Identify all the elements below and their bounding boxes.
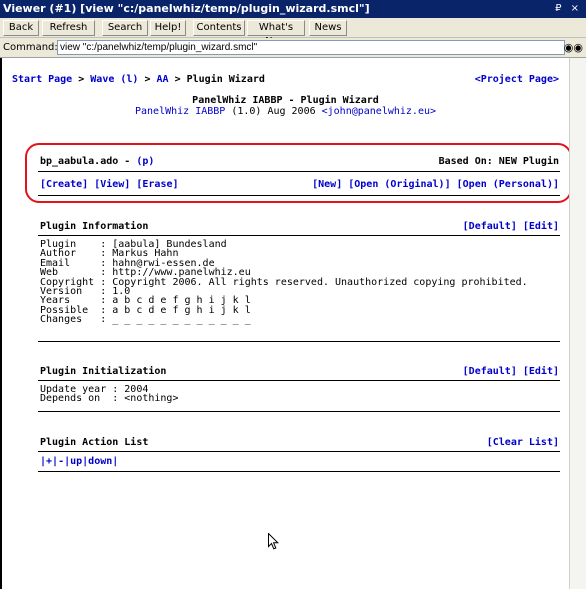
page-title: PanelWhiz IABBP - Plugin Wizard	[192, 95, 379, 106]
init-default-link[interactable]: [Default]	[463, 366, 517, 377]
breadcrumb-aa[interactable]: AA	[157, 74, 169, 85]
page-subtitle: PanelWhiz IABBP (1.0) Aug 2006 <john@pan…	[2, 106, 569, 117]
divider	[38, 235, 560, 236]
divider	[38, 171, 560, 172]
divider	[38, 195, 560, 196]
info-edit-link[interactable]: [Edit]	[523, 221, 559, 232]
highlight-box	[25, 143, 572, 203]
plugin-init-row: Depends on: <nothing>	[40, 393, 179, 405]
clear-list-link[interactable]: [Clear List]	[487, 437, 559, 448]
plugin-initialization-actions: [Default] [Edit]	[463, 366, 559, 377]
whats-new-button[interactable]: What's New	[247, 20, 305, 47]
window-controls[interactable]: ₽ ×	[555, 0, 582, 18]
find-binoculars-icon[interactable]: ◉◉	[564, 41, 583, 54]
breadcrumb-separator: >	[72, 74, 91, 85]
plugin-file-p-link[interactable]: (p)	[136, 156, 154, 167]
based-on-label: Based On: NEW Plugin	[438, 156, 559, 167]
command-bar: Command: view "c:/panelwhiz/temp/plugin_…	[0, 38, 586, 58]
new-link[interactable]: [New]	[312, 179, 342, 190]
breadcrumb-separator: >	[138, 74, 157, 85]
add-action-link[interactable]: |+|	[40, 456, 58, 467]
divider	[38, 341, 560, 342]
contents-button[interactable]: Contents	[193, 20, 245, 36]
command-label: Command:	[3, 42, 58, 53]
file-actions-left: [Create] [View] [Erase]	[40, 179, 179, 190]
plugin-action-list-heading: Plugin Action List	[40, 437, 149, 448]
divider	[38, 471, 560, 472]
info-default-link[interactable]: [Default]	[463, 221, 517, 232]
plugin-initialization-heading: Plugin Initialization	[40, 366, 167, 377]
plugin-information-actions: [Default] [Edit]	[463, 221, 559, 232]
move-up-link[interactable]: up|	[70, 456, 88, 467]
create-link[interactable]: [Create]	[40, 179, 88, 190]
command-input[interactable]: view "c:/panelwhiz/temp/plugin_wizard.sm…	[57, 40, 565, 55]
refresh-button[interactable]: Refresh	[42, 20, 95, 36]
open-original-link[interactable]: [Open (Original)]	[348, 179, 450, 190]
news-button[interactable]: News	[309, 20, 347, 36]
window-title-bar: Viewer (#1) [view "c:/panelwhiz/temp/plu…	[0, 0, 586, 18]
plugin-information-list: Plugin: [aabula] Bundesland Author: Marku…	[40, 239, 528, 326]
plugin-initialization-list: Update year: 2004 Depends on: <nothing>	[40, 384, 179, 405]
init-edit-link[interactable]: [Edit]	[523, 366, 559, 377]
window-title: Viewer (#1) [view "c:/panelwhiz/temp/plu…	[3, 2, 370, 15]
remove-action-link[interactable]: -|	[58, 456, 70, 467]
panelwhiz-iabbp-link[interactable]: PanelWhiz IABBP	[135, 106, 225, 117]
breadcrumb-separator: >	[168, 74, 187, 85]
vertical-scrollbar[interactable]	[569, 58, 586, 589]
mouse-pointer-icon	[268, 533, 279, 550]
erase-link[interactable]: [Erase]	[136, 179, 178, 190]
plugin-information-heading: Plugin Information	[40, 221, 149, 232]
author-email-link[interactable]: <john@panelwhiz.eu>	[322, 106, 436, 117]
version-date: (1.0) Aug 2006	[225, 106, 322, 117]
search-button[interactable]: Search	[102, 20, 148, 36]
divider	[38, 411, 560, 412]
breadcrumb-current: Plugin Wizard	[186, 74, 265, 85]
plugin-init-value: <nothing>	[124, 393, 179, 405]
divider	[38, 451, 560, 452]
viewer-toolbar: Back Refresh Search Help! Contents What'…	[0, 18, 586, 47]
viewer-content: Start Page > Wave (l) > AA > Plugin Wiza…	[0, 58, 572, 589]
plugin-info-value: _ _ _ _ _ _ _ _ _ _ _ _	[112, 314, 251, 326]
action-list-controls: |+|-|up|down|	[40, 456, 118, 467]
breadcrumb-start-page[interactable]: Start Page	[12, 74, 72, 85]
breadcrumb-wave[interactable]: Wave (l)	[90, 74, 138, 85]
file-actions-right: [New] [Open (Original)] [Open (Personal)…	[312, 179, 559, 190]
back-button[interactable]: Back	[3, 20, 39, 36]
open-personal-link[interactable]: [Open (Personal)]	[457, 179, 559, 190]
plugin-file-line: bp_aabula.ado - (p)	[40, 156, 154, 167]
help-button[interactable]: Help!	[150, 20, 186, 36]
breadcrumb: Start Page > Wave (l) > AA > Plugin Wiza…	[12, 74, 265, 85]
move-down-link[interactable]: down|	[88, 456, 118, 467]
plugin-info-key: Changes	[40, 314, 83, 326]
plugin-file-name: bp_aabula.ado -	[40, 156, 137, 167]
view-link[interactable]: [View]	[94, 179, 130, 190]
plugin-info-row: Changes: _ _ _ _ _ _ _ _ _ _ _ _	[40, 314, 251, 326]
project-page-link[interactable]: <Project Page>	[475, 74, 559, 85]
divider	[38, 380, 560, 381]
plugin-info-value: Copyright 2006. All rights reserved. Una…	[112, 276, 528, 288]
plugin-init-key: Depends on	[40, 393, 101, 405]
